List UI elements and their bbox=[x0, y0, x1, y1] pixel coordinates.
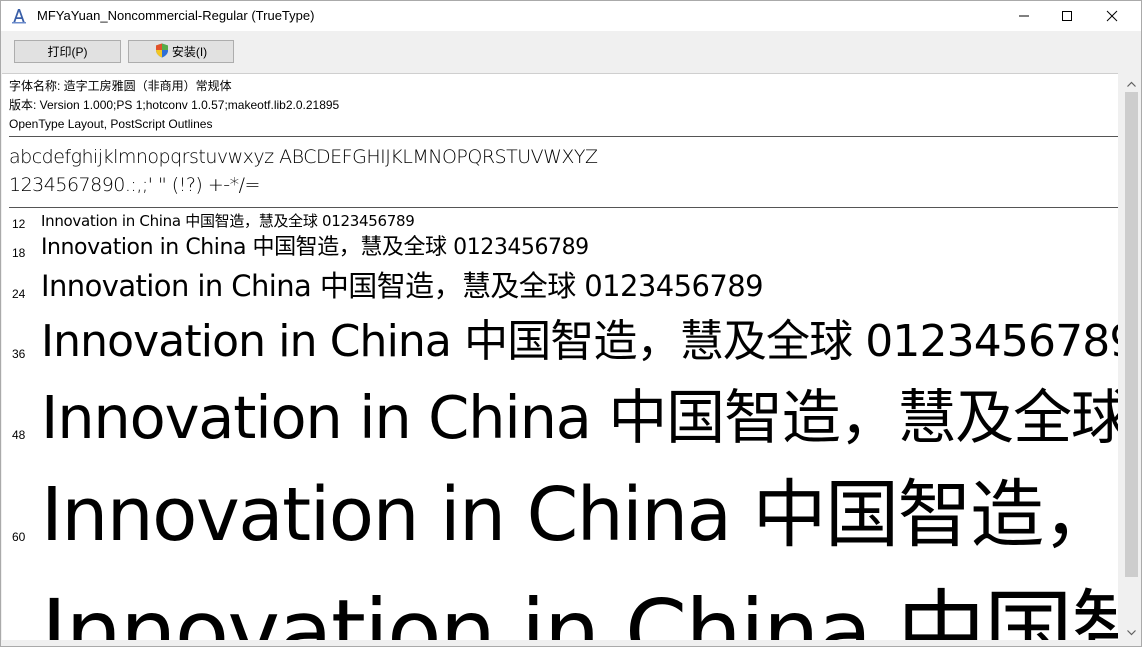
toolbar: 打印(P) 安装(I) bbox=[1, 31, 1141, 73]
install-button-label: 安装(I) bbox=[171, 45, 208, 59]
size-label: 24 bbox=[12, 287, 26, 301]
sample-text: Innovation in China 中国智造，慧及全球 0123456789 bbox=[41, 235, 589, 260]
chevron-up-icon bbox=[1127, 72, 1136, 91]
vertical-scrollbar[interactable] bbox=[1123, 73, 1140, 639]
scrollbar-thumb[interactable] bbox=[1125, 92, 1138, 577]
font-version: 版本: Version 1.000;PS 1;hotconv 1.0.57;ma… bbox=[9, 98, 340, 112]
font-file-icon bbox=[11, 8, 27, 24]
divider bbox=[9, 207, 1118, 208]
size-label: 60 bbox=[12, 530, 26, 544]
window-title: MFYaYuan_Noncommercial-Regular (TrueType… bbox=[37, 8, 315, 23]
close-button[interactable] bbox=[1089, 1, 1135, 31]
size-label: 36 bbox=[12, 347, 26, 361]
scroll-up-button[interactable] bbox=[1123, 73, 1140, 90]
sample-text: Innovation in China 中国智造，慧及全球 0123456789 bbox=[41, 580, 1118, 641]
font-viewer-window: MFYaYuan_Noncommercial-Regular (TrueType… bbox=[0, 0, 1142, 647]
install-button[interactable]: 安装(I) bbox=[128, 40, 234, 63]
title-bar[interactable]: MFYaYuan_Noncommercial-Regular (TrueType… bbox=[1, 1, 1141, 31]
sample-text: Innovation in China 中国智造，慧及全球 0123456789 bbox=[41, 472, 1118, 558]
shield-icon bbox=[155, 43, 169, 61]
close-icon bbox=[1106, 7, 1118, 26]
charset-letters: abcdefghijklmnopqrstuvwxyz ABCDEFGHIJKLM… bbox=[9, 146, 598, 168]
maximize-icon bbox=[1061, 7, 1073, 26]
minimize-icon bbox=[1018, 7, 1030, 26]
size-label: 48 bbox=[12, 428, 26, 442]
size-label: 12 bbox=[12, 217, 26, 231]
print-button[interactable]: 打印(P) bbox=[14, 40, 121, 63]
chevron-down-icon bbox=[1127, 621, 1136, 640]
size-label: 18 bbox=[12, 246, 26, 260]
sample-text: Innovation in China 中国智造，慧及全球 0123456789 bbox=[41, 383, 1118, 452]
sample-text: Innovation in China 中国智造，慧及全球 0123456789 bbox=[41, 316, 1118, 367]
maximize-button[interactable] bbox=[1044, 1, 1090, 31]
sample-text: Innovation in China 中国智造，慧及全球 0123456789 bbox=[41, 212, 415, 230]
font-preview-area[interactable]: 字体名称: 造字工房雅圆（非商用）常规体 版本: Version 1.000;P… bbox=[2, 73, 1118, 640]
font-info: 字体名称: 造字工房雅圆（非商用）常规体 版本: Version 1.000;P… bbox=[9, 77, 339, 134]
scroll-down-button[interactable] bbox=[1123, 622, 1140, 639]
charset-digits-symbols: 1234567890.:,;' " (!?) +-*/= bbox=[9, 174, 260, 196]
divider bbox=[9, 136, 1118, 137]
font-format: OpenType Layout, PostScript Outlines bbox=[9, 117, 213, 131]
minimize-button[interactable] bbox=[1001, 1, 1047, 31]
print-button-label: 打印(P) bbox=[47, 45, 88, 59]
sample-text: Innovation in China 中国智造，慧及全球 0123456789 bbox=[41, 269, 764, 303]
font-name: 字体名称: 造字工房雅圆（非商用）常规体 bbox=[9, 79, 232, 93]
